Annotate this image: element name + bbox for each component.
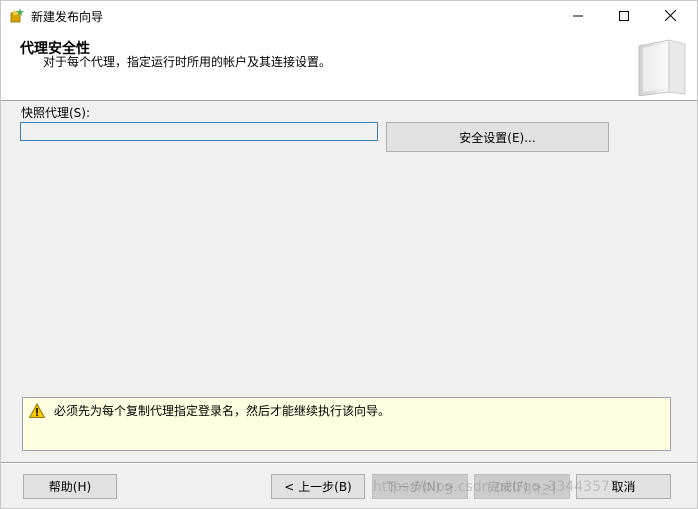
wizard-app-icon [10, 8, 24, 23]
page-subtitle: 对于每个代理，指定运行时所用的帐户及其连接设置。 [43, 55, 332, 69]
maximize-icon [619, 10, 629, 21]
warning-text: 必须先为每个复制代理指定登录名，然后才能继续执行该向导。 [54, 404, 391, 418]
snapshot-agent-label: 快照代理(S): [21, 106, 91, 120]
close-button[interactable] [647, 1, 693, 30]
window-title: 新建发布向导 [31, 10, 104, 24]
book-illustration [638, 39, 686, 96]
finish-button[interactable]: 完成(F) >>| [474, 474, 570, 499]
warning-panel: 必须先为每个复制代理指定登录名，然后才能继续执行该向导。 [22, 397, 671, 451]
wizard-header: 代理安全性 对于每个代理，指定运行时所用的帐户及其连接设置。 [1, 30, 697, 101]
footer-divider [1, 462, 697, 464]
snapshot-agent-field[interactable] [20, 122, 378, 141]
maximize-button[interactable] [601, 1, 647, 30]
security-settings-button[interactable]: 安全设置(E)... [386, 122, 609, 152]
warning-icon [29, 403, 45, 418]
wizard-window: 新建发布向导 代理安全性 对于每个代理，指定运行时所用的帐户及其连接设置。 快照… [0, 0, 698, 509]
close-icon [664, 10, 676, 21]
minimize-icon [573, 15, 583, 16]
help-button[interactable]: 帮助(H) [23, 474, 117, 499]
title-bar[interactable]: 新建发布向导 [1, 1, 697, 30]
cancel-button[interactable]: 取消 [576, 474, 671, 499]
back-button[interactable]: < 上一步(B) [271, 474, 365, 499]
next-button[interactable]: 下一步(N) > [372, 474, 468, 499]
minimize-button[interactable] [555, 1, 601, 30]
